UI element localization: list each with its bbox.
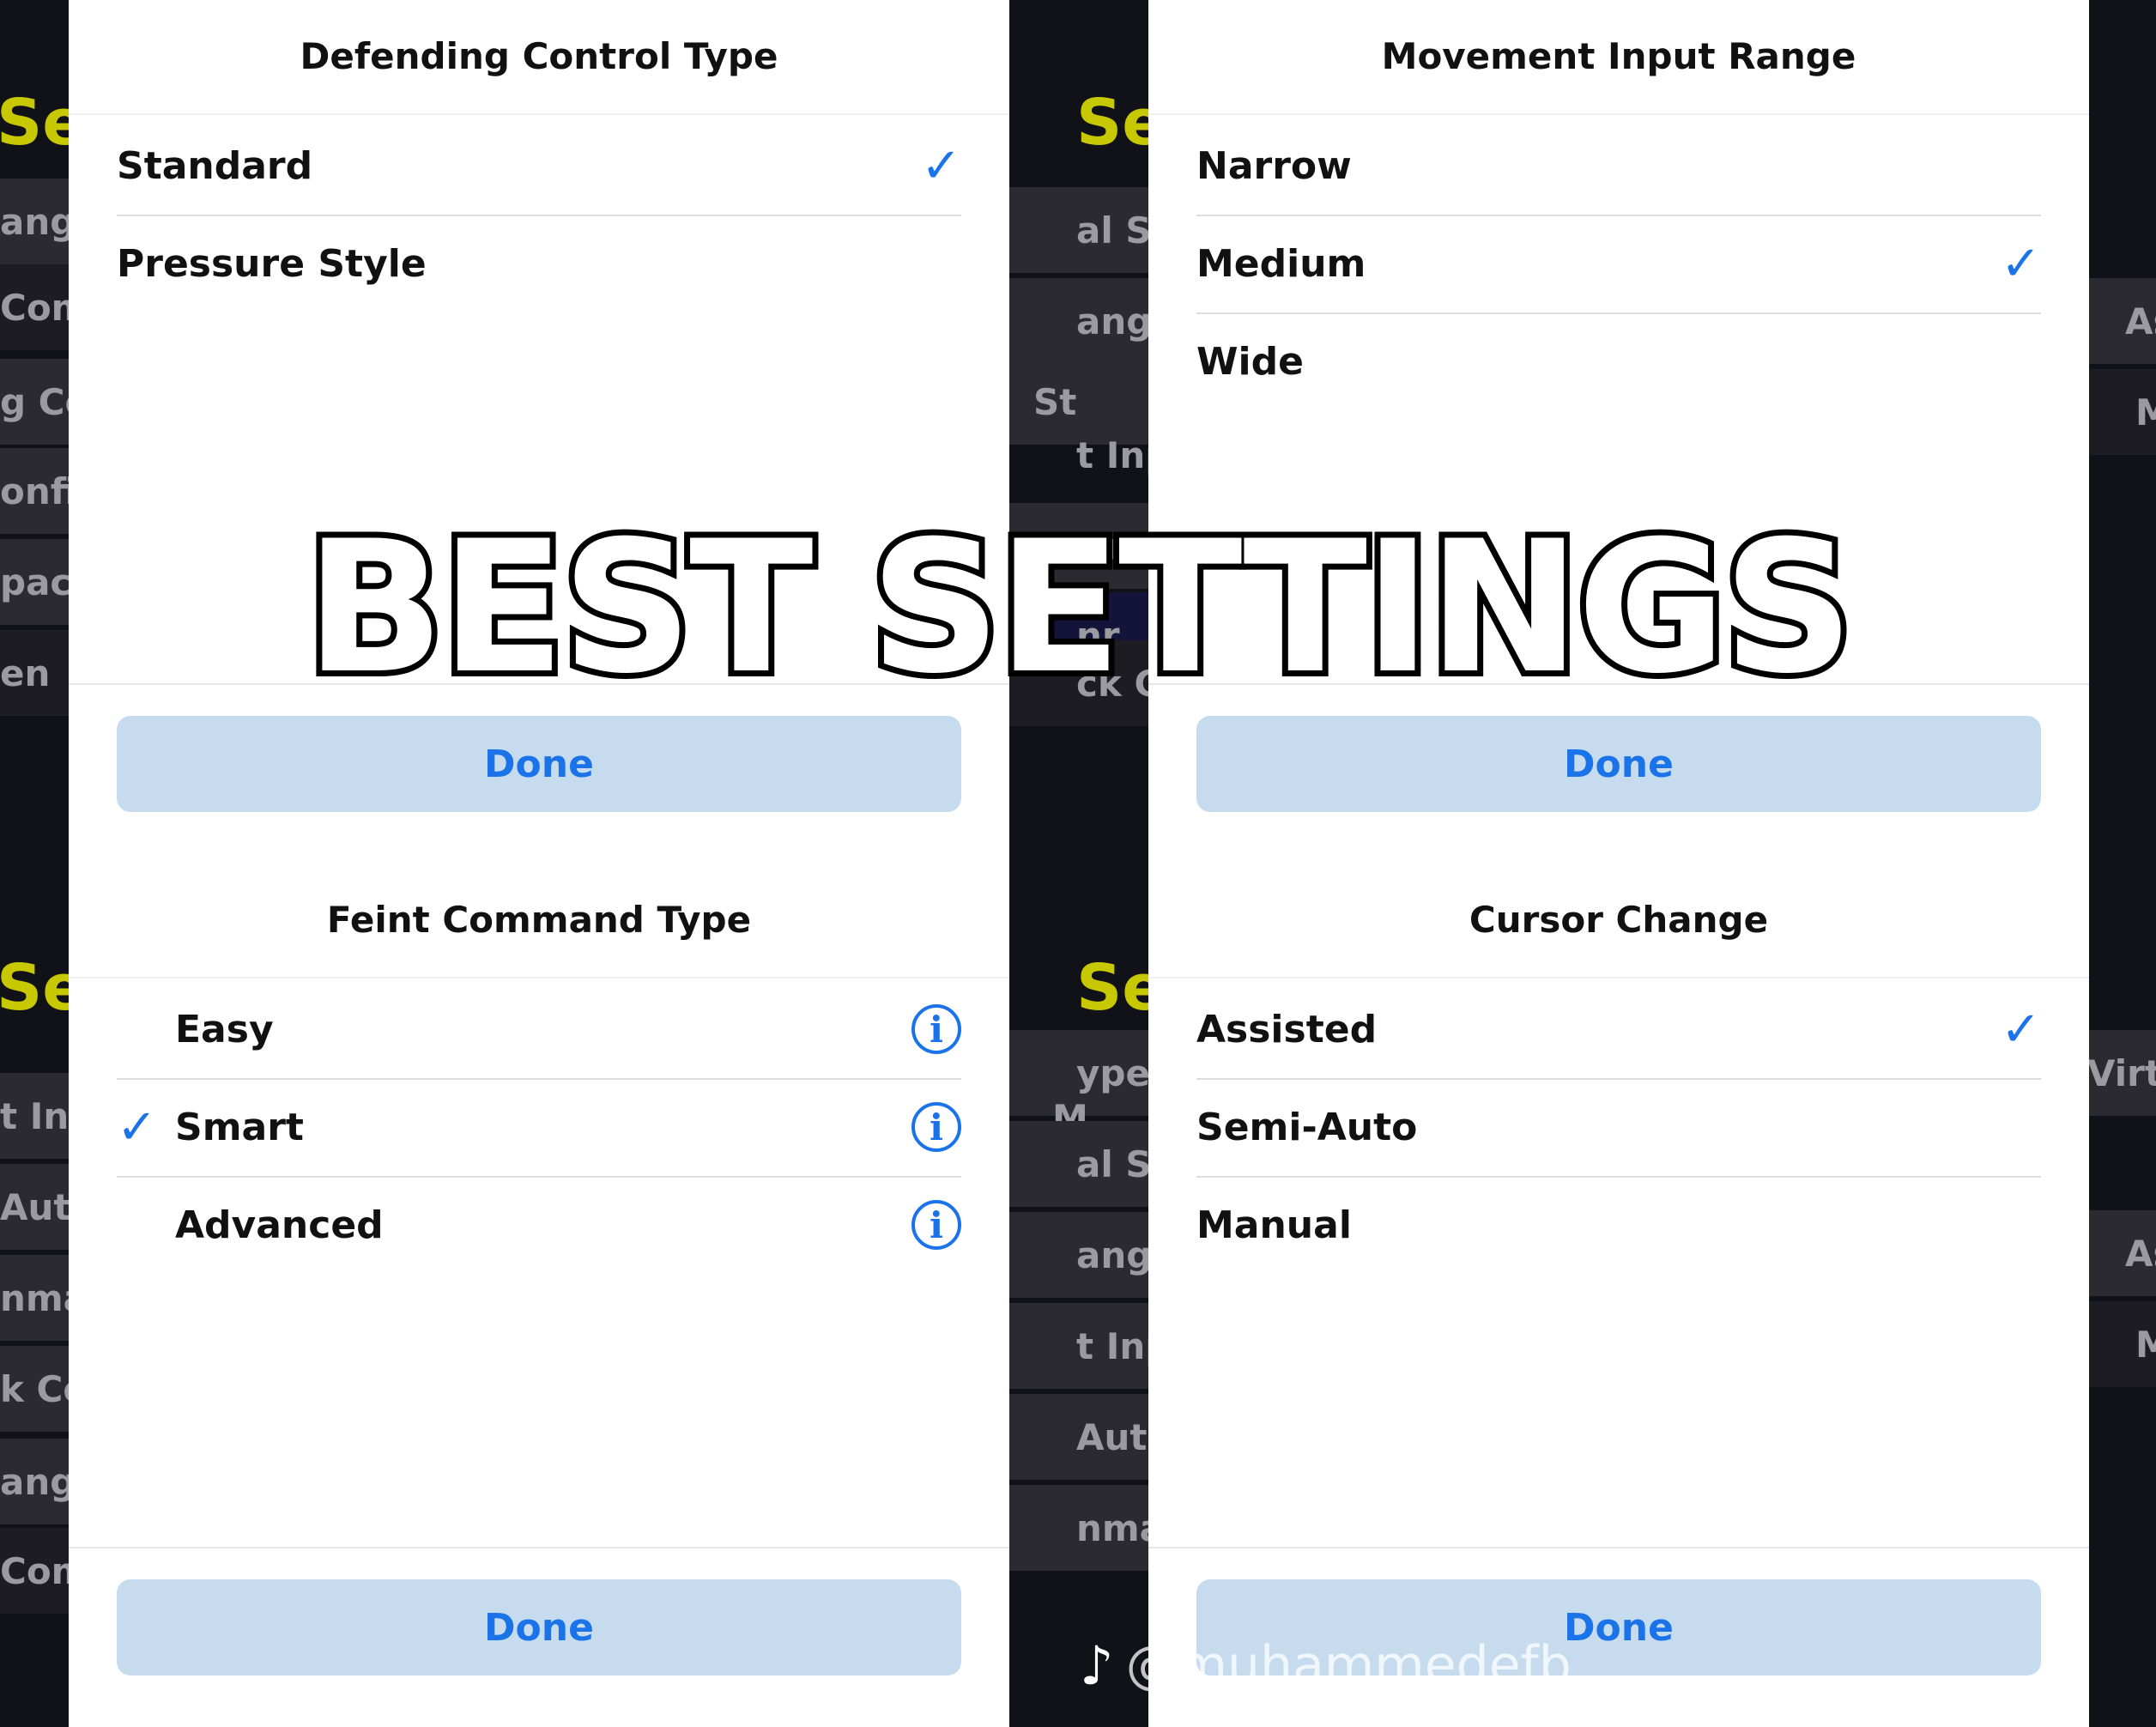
info-icon[interactable]: i bbox=[911, 1200, 961, 1250]
option-advanced[interactable]: Advanced i bbox=[117, 1176, 961, 1274]
panel-title: Defending Control Type bbox=[300, 35, 778, 77]
overlay-caption: BEST SETTINGS bbox=[300, 501, 1860, 713]
movement-input-range-panel: Movement Input Range Narrow Medium ✓ Wid… bbox=[1148, 0, 2089, 864]
panel-title: Cursor Change bbox=[1469, 899, 1769, 941]
bg-row: M bbox=[2087, 1301, 2156, 1387]
option-label: Smart bbox=[175, 1105, 304, 1149]
option-medium[interactable]: Medium ✓ bbox=[1196, 215, 2041, 314]
divider bbox=[69, 113, 1009, 115]
bg-row: t Inp bbox=[0, 1073, 69, 1159]
bg-row: k Co bbox=[0, 1346, 69, 1432]
bg-row: al St bbox=[1009, 187, 1148, 273]
divider bbox=[69, 977, 1009, 979]
checkmark-icon: ✓ bbox=[117, 1099, 157, 1155]
option-wide[interactable]: Wide bbox=[1196, 312, 2041, 410]
option-label: Standard bbox=[117, 143, 313, 188]
bg-row: t Inp bbox=[1009, 1303, 1148, 1389]
checkmark-icon: ✓ bbox=[921, 137, 961, 194]
defending-control-type-panel: Defending Control Type Standard ✓ Pressu… bbox=[69, 0, 1009, 864]
done-button[interactable]: Done bbox=[1196, 716, 2041, 812]
checkmark-icon: ✓ bbox=[2001, 1001, 2041, 1057]
bg-row: Com bbox=[0, 1528, 69, 1614]
bg-row: As bbox=[2087, 1210, 2156, 1296]
tiktok-icon: ♪ bbox=[1080, 1633, 1114, 1697]
option-standard[interactable]: Standard ✓ bbox=[117, 117, 961, 216]
bg-row: M bbox=[2087, 369, 2156, 455]
option-label: Semi-Auto bbox=[1196, 1105, 1418, 1149]
option-label: Assisted bbox=[1196, 1007, 1378, 1051]
panel-title: Feint Command Type bbox=[326, 899, 752, 941]
option-pressure-style[interactable]: Pressure Style bbox=[117, 215, 961, 312]
bg-row: g Co bbox=[0, 359, 69, 445]
bg-text: Set bbox=[0, 86, 69, 160]
bg-row: ang bbox=[0, 179, 69, 264]
watermark-handle: @muhammedefb bbox=[1125, 1635, 1572, 1695]
bg-row: ang bbox=[1009, 1212, 1148, 1298]
divider bbox=[1148, 113, 2089, 115]
info-icon[interactable]: i bbox=[911, 1004, 961, 1054]
option-label: Narrow bbox=[1196, 143, 1352, 188]
background-middle-strip: Set al St ang St t Inp Auto nr ck Co Set… bbox=[1009, 0, 1148, 1727]
bg-row: t Inp bbox=[1076, 433, 1148, 476]
option-semi-auto[interactable]: Semi-Auto bbox=[1196, 1078, 2041, 1178]
bg-row: ang bbox=[1009, 278, 1148, 364]
option-label: Pressure Style bbox=[117, 241, 427, 286]
cursor-change-panel: Cursor Change Assisted ✓ Semi-Auto Manua… bbox=[1148, 864, 2089, 1727]
bg-text: Set bbox=[1076, 86, 1148, 160]
option-easy[interactable]: Easy i bbox=[117, 980, 961, 1080]
bg-row: ang bbox=[0, 1439, 69, 1524]
option-smart[interactable]: ✓ Smart i bbox=[117, 1078, 961, 1178]
bg-row: Virtu bbox=[2087, 1030, 2156, 1116]
bg-text: Set bbox=[0, 951, 69, 1025]
bg-row: al St bbox=[1009, 1121, 1148, 1207]
done-button[interactable]: Done bbox=[117, 1579, 961, 1675]
checkmark-icon: ✓ bbox=[2001, 235, 2041, 292]
bg-text: Set bbox=[1076, 951, 1148, 1025]
bg-row: As bbox=[2087, 278, 2156, 364]
option-narrow[interactable]: Narrow bbox=[1196, 117, 2041, 216]
tiktok-watermark: ♪ @muhammedefb bbox=[1080, 1631, 1572, 1700]
option-label: Medium bbox=[1196, 241, 1366, 286]
option-label: Easy bbox=[175, 1007, 274, 1051]
done-button[interactable]: Done bbox=[117, 716, 961, 812]
bg-row: Auto bbox=[1009, 1394, 1148, 1480]
bg-row: Com bbox=[0, 264, 69, 350]
divider bbox=[69, 1547, 1009, 1548]
info-icon[interactable]: i bbox=[911, 1102, 961, 1152]
divider bbox=[1148, 977, 2089, 979]
option-label: Advanced bbox=[175, 1203, 384, 1247]
option-label: Wide bbox=[1196, 339, 1304, 384]
bg-row: nmar bbox=[0, 1255, 69, 1341]
bg-row: Auto bbox=[0, 1164, 69, 1250]
option-assisted[interactable]: Assisted ✓ bbox=[1196, 980, 2041, 1080]
divider bbox=[1148, 1547, 2089, 1548]
option-manual[interactable]: Manual bbox=[1196, 1176, 2041, 1274]
option-label: Manual bbox=[1196, 1203, 1352, 1247]
bg-row: nmar bbox=[1009, 1485, 1148, 1571]
background-left-strip: Set ang Com g Co onfig pacit en Set t In… bbox=[0, 0, 69, 1727]
feint-command-type-panel: Feint Command Type Easy i ✓ Smart i Adva… bbox=[69, 864, 1009, 1727]
background-right-strip: As M Virtu As M bbox=[2087, 0, 2156, 1727]
panel-title: Movement Input Range bbox=[1381, 35, 1856, 77]
